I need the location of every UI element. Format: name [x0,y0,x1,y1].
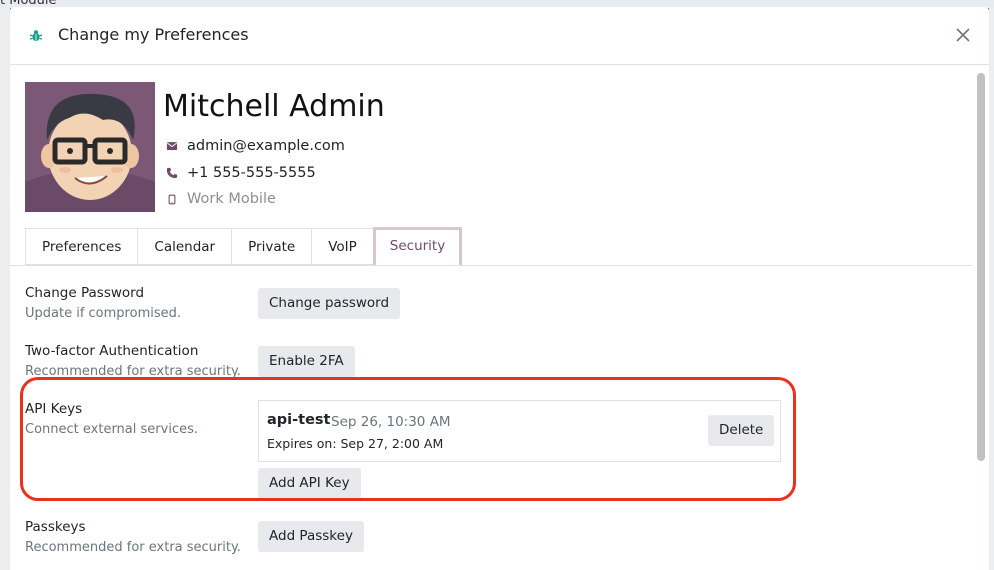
scrollbar-thumb[interactable] [977,73,985,461]
api-key-name: api-test [267,412,331,428]
tab-security[interactable]: Security [372,227,463,265]
phone-row: +1 555-555-5555 [165,165,316,181]
add-passkey-button[interactable]: Add Passkey [258,521,364,552]
email-value[interactable]: admin@example.com [187,138,345,154]
dialog-header: Change my Preferences [10,7,989,65]
api-key-created: Sep 26, 10:30 AM [331,414,451,430]
user-name: Mitchell Admin [163,89,385,124]
background-left [0,8,10,570]
two-factor-help: Recommended for extra security. [25,364,241,379]
dialog-title: Change my Preferences [58,25,249,44]
tab-private[interactable]: Private [231,228,312,265]
close-button[interactable] [951,23,975,47]
envelope-icon [165,139,179,153]
phone-icon [165,166,179,180]
tabs-divider [10,265,972,266]
api-key-item: api-test Sep 26, 10:30 AM Expires on: Se… [258,400,781,462]
mobile-field[interactable]: Work Mobile [187,191,276,207]
tab-preferences[interactable]: Preferences [25,228,138,265]
avatar[interactable] [25,82,155,212]
api-key-expiry: Expires on: Sep 27, 2:00 AM [267,436,444,451]
passkeys-help: Recommended for extra security. [25,540,241,555]
background-right [989,8,994,570]
bug-icon [29,28,43,42]
add-api-key-button[interactable]: Add API Key [258,468,361,499]
passkeys-label: Passkeys [25,519,86,535]
change-password-button[interactable]: Change password [258,288,401,319]
tab-bar: Preferences Calendar Private VoIP Securi… [25,227,463,265]
delete-api-key-button[interactable]: Delete [708,415,775,446]
mobile-icon [165,192,179,206]
api-keys-label: API Keys [25,401,83,417]
close-icon[interactable] [951,23,975,47]
phone-value[interactable]: +1 555-555-5555 [187,165,316,181]
enable-2fa-button[interactable]: Enable 2FA [258,346,355,377]
tab-voip[interactable]: VoIP [311,228,373,265]
two-factor-label: Two-factor Authentication [25,343,199,359]
mobile-row: Work Mobile [165,191,276,207]
tab-calendar[interactable]: Calendar [137,228,232,265]
change-password-help: Update if compromised. [25,306,181,321]
scrollbar[interactable] [977,67,985,567]
email-row: admin@example.com [165,138,345,154]
preferences-dialog: Change my Preferences Mitchell Admin adm… [10,7,989,570]
api-keys-help: Connect external services. [25,422,198,437]
change-password-label: Change Password [25,285,145,301]
